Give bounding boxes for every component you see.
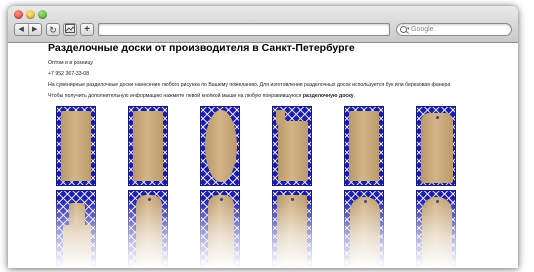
gallery-tile-board-4[interactable] xyxy=(272,106,312,186)
address-bar[interactable] xyxy=(98,23,390,36)
page-title: Разделочные доски от производителя в Сан… xyxy=(48,43,355,54)
cutting-board-image xyxy=(63,203,91,268)
gallery-tile-board-12[interactable] xyxy=(416,190,456,268)
gallery-tile-board-9[interactable] xyxy=(200,190,240,268)
hanging-hole xyxy=(435,116,439,119)
browser-window: ◀ ▶ ↻ + ▾ Google Разделочные доски от пр… xyxy=(8,6,518,268)
navigation-buttons: ◀ ▶ xyxy=(14,23,42,36)
reload-button[interactable]: ↻ xyxy=(46,23,60,36)
hanging-hole xyxy=(290,198,294,201)
cutting-board-image xyxy=(205,110,237,182)
gallery-tile-board-1[interactable] xyxy=(56,106,96,186)
cutting-board-image xyxy=(136,195,162,268)
gallery-tile-board-3[interactable] xyxy=(200,106,240,186)
instruction-bold: разделочную доску xyxy=(302,93,354,99)
cutting-board-image xyxy=(133,111,163,181)
minimize-window-button[interactable] xyxy=(26,10,35,19)
gallery-tile-board-7[interactable] xyxy=(56,190,96,268)
instruction-prefix: Чтобы получить дополнительную информацию… xyxy=(48,93,303,99)
hanging-hole xyxy=(363,200,367,203)
cutting-board-image xyxy=(276,110,308,181)
cutting-board-image xyxy=(61,111,91,181)
toolbar: ◀ ▶ ↻ + ▾ Google xyxy=(14,23,512,37)
gallery-tile-board-8[interactable] xyxy=(128,190,168,268)
hanging-hole xyxy=(219,198,223,201)
cutting-board-image xyxy=(277,195,307,265)
back-button[interactable]: ◀ xyxy=(15,24,28,35)
hanging-hole xyxy=(435,200,439,203)
zoom-window-button[interactable] xyxy=(38,10,47,19)
close-window-button[interactable] xyxy=(14,10,23,19)
wholesale-text: Оптом и в розницу xyxy=(48,60,94,66)
cutting-board-image xyxy=(422,197,452,268)
forward-button[interactable]: ▶ xyxy=(27,24,42,35)
instruction-text: Чтобы получить дополнительную информацию… xyxy=(48,93,355,99)
gallery-tile-board-2[interactable] xyxy=(128,106,168,186)
add-bookmark-button[interactable]: + xyxy=(80,23,94,36)
description-text: На сувенирные разделочные доски нанесени… xyxy=(48,82,451,88)
search-icon xyxy=(400,26,407,33)
cutting-board-image xyxy=(349,111,379,181)
cutting-board-image xyxy=(208,195,234,268)
gallery-tile-board-6[interactable] xyxy=(416,106,456,186)
image-icon xyxy=(65,24,75,33)
search-placeholder: Google xyxy=(411,26,434,33)
window-controls xyxy=(14,10,47,19)
hanging-hole xyxy=(147,198,151,201)
snapshot-button[interactable] xyxy=(63,23,77,36)
chevron-down-icon: ▾ xyxy=(407,26,410,32)
gallery-tile-board-11[interactable] xyxy=(344,190,384,268)
phone-number: +7 952 367-33-08 xyxy=(48,71,90,77)
cutting-board-image xyxy=(421,113,453,183)
page-content: Разделочные доски от производителя в Сан… xyxy=(8,43,518,268)
cutting-board-image xyxy=(350,197,380,268)
search-field[interactable]: ▾ Google xyxy=(396,23,512,36)
instruction-suffix: . xyxy=(353,93,356,99)
gallery-tile-board-10[interactable] xyxy=(272,190,312,268)
gallery-tile-board-5[interactable] xyxy=(344,106,384,186)
title-bar: ◀ ▶ ↻ + ▾ Google xyxy=(8,6,518,43)
